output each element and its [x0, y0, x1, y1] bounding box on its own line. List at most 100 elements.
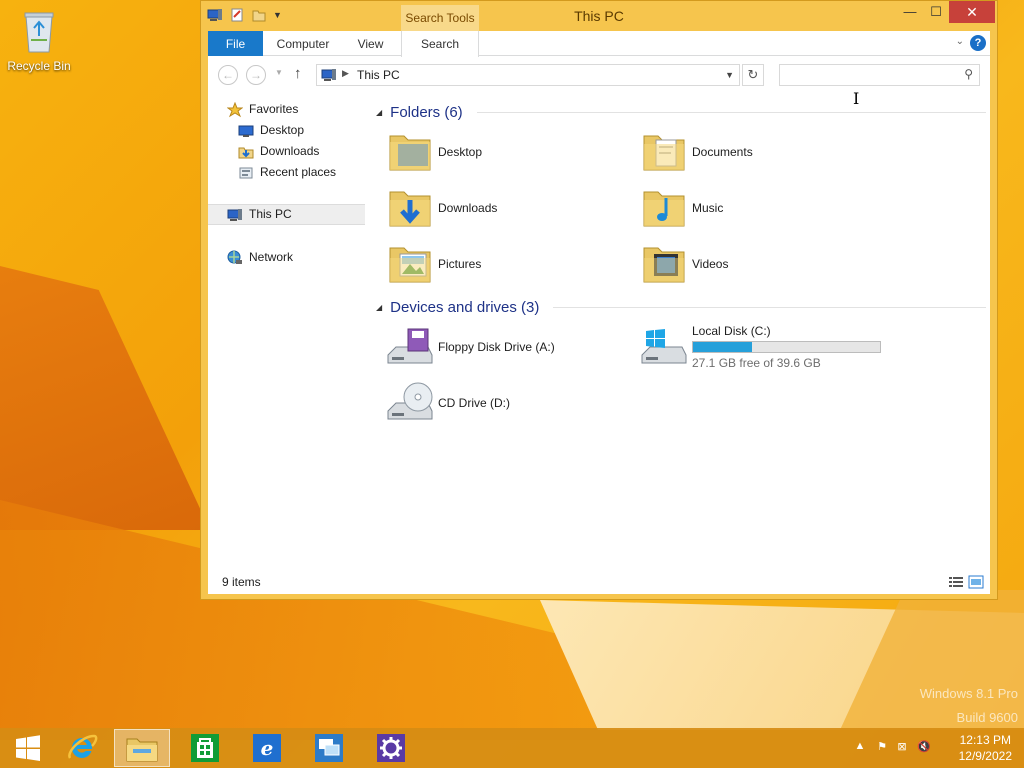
folder-tile-videos[interactable]: Videos	[640, 239, 890, 289]
forward-button[interactable]: →	[246, 65, 266, 85]
sidebar-item-desktop[interactable]: Desktop	[238, 120, 304, 141]
details-view-icon[interactable]	[948, 575, 964, 589]
drive-tile-cd[interactable]: CD Drive (D:)	[386, 378, 636, 428]
folder-tile-music[interactable]: Music	[640, 183, 890, 233]
recycle-bin-icon	[24, 12, 54, 53]
folder-tile-downloads[interactable]: Downloads	[386, 183, 636, 233]
ie-tile-button[interactable]: e	[239, 729, 295, 767]
desktop-icon	[238, 125, 254, 137]
folder-tile-desktop[interactable]: Desktop	[386, 127, 636, 177]
ie-tile-icon: e	[253, 734, 281, 762]
collapse-triangle-icon[interactable]: ◢	[376, 108, 382, 117]
navigation-bar: ← → ▼ ↑ ▶ This PC ▼ ↻ ⚲ I	[208, 57, 990, 108]
folder-label: Downloads	[438, 201, 498, 215]
up-button[interactable]: ↑	[294, 65, 302, 82]
explorer-window: ▼ Search Tools This PC — ☐ ✕ File Comput…	[200, 0, 998, 600]
folders-group-title: Folders (6)	[390, 103, 463, 121]
downloads-folder-icon	[389, 191, 431, 227]
drive-label: Local Disk (C:)	[692, 324, 771, 338]
refresh-button[interactable]: ↻	[742, 64, 764, 86]
videos-folder-icon	[643, 247, 685, 283]
breadcrumb-separator-icon[interactable]: ▶	[342, 68, 349, 79]
content-pane: ◢ Folders (6) Desktop Documents Download…	[376, 99, 986, 559]
address-bar[interactable]: ▶ This PC ▼	[316, 64, 740, 86]
search-input[interactable]	[786, 66, 956, 84]
drive-tile-floppy[interactable]: Floppy Disk Drive (A:)	[386, 322, 636, 372]
breadcrumb-this-pc[interactable]: This PC	[357, 68, 400, 82]
address-dropdown-chevron-icon[interactable]: ▼	[725, 70, 734, 80]
file-explorer-icon	[126, 738, 158, 762]
action-center-flag-icon[interactable]: ⚑	[874, 740, 890, 756]
sidebar-item-downloads[interactable]: Downloads	[238, 141, 319, 162]
search-icon[interactable]: ⚲	[964, 67, 973, 81]
cd-drive-icon	[387, 382, 433, 420]
folder-tile-documents[interactable]: Documents	[640, 127, 890, 177]
file-explorer-button[interactable]	[114, 729, 170, 767]
tab-computer[interactable]: Computer	[268, 31, 338, 56]
sidebar-item-label: Favorites	[249, 102, 299, 116]
expand-ribbon-chevron-icon[interactable]: ⌄	[956, 36, 964, 47]
recycle-bin-desktop-icon[interactable]: Recycle Bin	[6, 8, 72, 73]
folders-group-header[interactable]: ◢ Folders (6)	[376, 101, 986, 123]
window-client: File Computer View Search ⌄ ? ← → ▼ ↑ ▶ …	[208, 31, 990, 594]
remote-desktop-button[interactable]	[301, 729, 357, 767]
large-icons-view-icon[interactable]	[968, 575, 984, 589]
tab-search[interactable]: Search	[401, 31, 479, 57]
back-button[interactable]: ←	[218, 65, 238, 85]
sidebar-item-this-pc[interactable]: This PC	[208, 204, 365, 225]
sidebar-item-label: Downloads	[260, 144, 320, 158]
window-title: This PC	[574, 8, 624, 24]
title-bar[interactable]: ▼ Search Tools This PC — ☐ ✕	[201, 1, 997, 31]
drives-group-title: Devices and drives (3)	[390, 298, 540, 316]
disk-usage-fill	[693, 342, 753, 352]
show-hidden-icons-chevron-icon[interactable]: ▲	[852, 740, 868, 756]
volume-muted-icon[interactable]: 🔇	[916, 740, 932, 756]
wallpaper-shape	[0, 266, 210, 530]
sidebar-item-label: Recent places	[260, 165, 337, 179]
remote-desktop-icon	[315, 734, 343, 762]
collapse-triangle-icon[interactable]: ◢	[376, 303, 382, 312]
drive-tile-local-disk[interactable]: Local Disk (C:) 27.1 GB free of 39.6 GB	[640, 322, 890, 372]
start-button[interactable]	[0, 729, 56, 767]
os-watermark-edition: Windows 8.1 Pro	[919, 686, 1018, 701]
gear-icon	[377, 734, 405, 762]
maximize-button[interactable]: ☐	[921, 1, 951, 23]
tab-view[interactable]: View	[343, 31, 398, 56]
sidebar-item-favorites[interactable]: Favorites	[227, 99, 298, 120]
network-error-icon[interactable]: ⊠	[894, 740, 910, 756]
group-divider	[476, 111, 986, 113]
folder-label: Documents	[692, 145, 753, 159]
sidebar-item-label: Network	[249, 250, 294, 264]
recycle-bin-label: Recycle Bin	[7, 59, 71, 73]
this-pc-icon	[321, 69, 336, 81]
drive-label: Floppy Disk Drive (A:)	[438, 340, 555, 354]
clock[interactable]: 12:13 PM 12/9/2022	[959, 732, 1012, 764]
sidebar-item-recent-places[interactable]: Recent places	[238, 162, 336, 183]
disk-free-space: 27.1 GB free of 39.6 GB	[692, 356, 821, 370]
status-bar: 9 items	[208, 571, 990, 593]
ie-icon	[68, 734, 98, 759]
folder-label: Pictures	[438, 257, 482, 271]
close-button[interactable]: ✕	[949, 1, 995, 23]
desktop-folder-icon	[389, 135, 431, 171]
sidebar-item-label: This PC	[249, 207, 292, 221]
local-disk-icon	[641, 329, 687, 364]
network-icon	[227, 250, 242, 264]
taskbar: e ▲ ⚑ ⊠ 🔇 12:13 PM 12/9/2022	[0, 728, 1024, 768]
local-disk-info: Local Disk (C:) 27.1 GB free of 39.6 GB	[692, 324, 881, 370]
search-box[interactable]: ⚲	[779, 64, 980, 86]
internet-explorer-button[interactable]	[54, 729, 110, 767]
this-pc-icon	[227, 208, 242, 221]
recent-locations-chevron-icon[interactable]: ▼	[275, 68, 283, 77]
tab-file[interactable]: File	[208, 31, 263, 56]
drives-group-header[interactable]: ◢ Devices and drives (3)	[376, 296, 986, 318]
help-icon[interactable]: ?	[970, 35, 986, 51]
disk-usage-bar	[692, 341, 881, 353]
settings-button[interactable]	[363, 729, 419, 767]
folder-tile-pictures[interactable]: Pictures	[386, 239, 636, 289]
sidebar-item-network[interactable]: Network	[227, 247, 293, 268]
drive-label: CD Drive (D:)	[438, 396, 510, 410]
folder-label: Desktop	[438, 145, 483, 159]
clock-time: 12:13 PM	[959, 733, 1011, 747]
store-button[interactable]	[177, 729, 233, 767]
